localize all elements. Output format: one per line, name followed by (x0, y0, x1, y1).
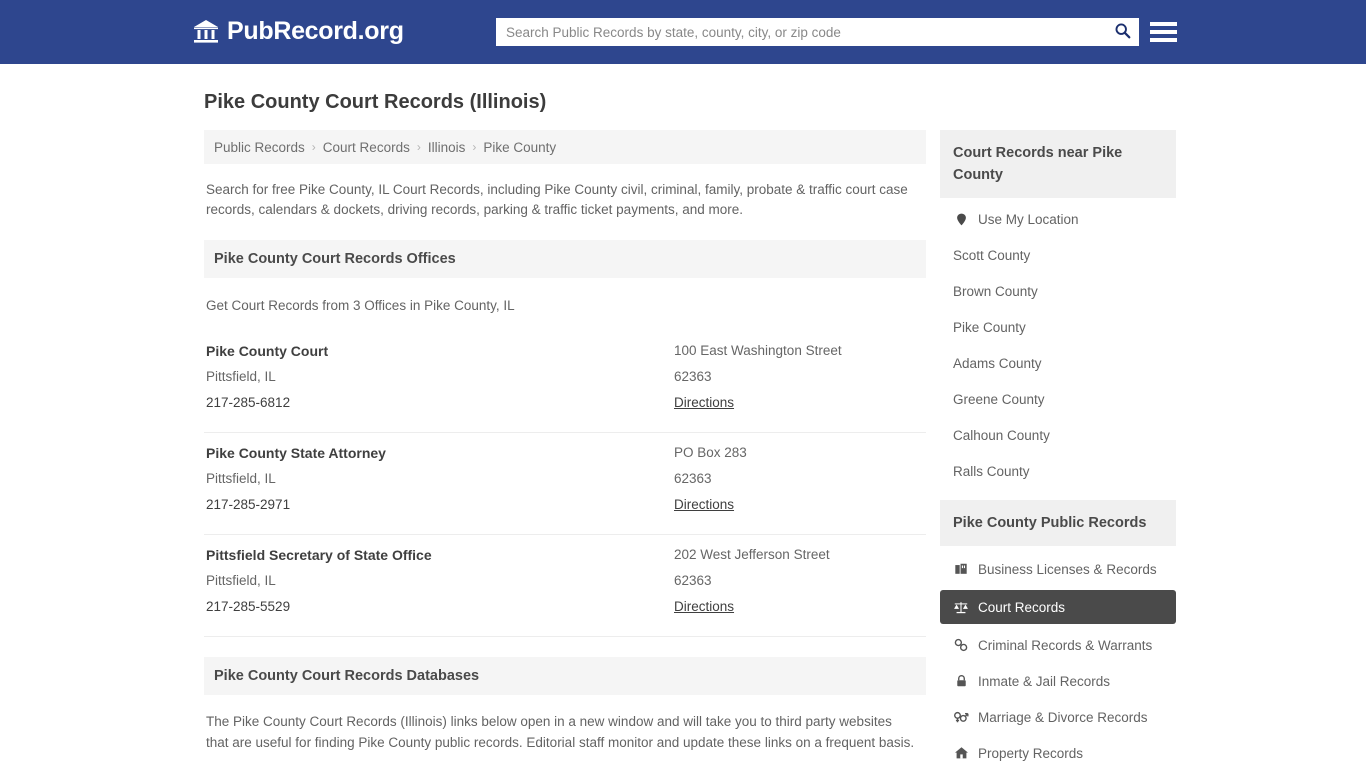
sidebar-item-court-records[interactable]: Court Records (940, 590, 1176, 624)
office-city-state: Pittsfield, IL (206, 369, 276, 384)
offices-list: Pike County Court Pittsfield, IL 217-285… (204, 331, 926, 637)
sidebar-item-pike-county[interactable]: Pike County (940, 312, 1176, 342)
sidebar-item-label: Pike County (953, 319, 1026, 335)
sidebar-item-greene-county[interactable]: Greene County (940, 384, 1176, 414)
site-header: PubRecord.org (0, 0, 1366, 64)
breadcrumb: Public Records › Court Records › Illinoi… (204, 130, 926, 164)
database-entry: Pike County Assessor Website http://www.… (204, 753, 926, 768)
sidebar-item-scott-county[interactable]: Scott County (940, 240, 1176, 270)
search-icon (1114, 22, 1131, 42)
office-zip: 62363 (674, 573, 712, 588)
office-address: 100 East Washington Street (674, 343, 842, 358)
sidebar-item-inmate-jail-records[interactable]: Inmate & Jail Records (940, 666, 1176, 696)
breadcrumb-item-public-records[interactable]: Public Records (214, 140, 305, 155)
house-icon (953, 745, 969, 761)
content-columns: Public Records › Court Records › Illinoi… (204, 130, 1366, 768)
sidebar-item-label: Court Records (978, 599, 1066, 615)
office-details: Pike County State Attorney Pittsfield, I… (206, 440, 674, 518)
search-button[interactable] (1105, 18, 1139, 46)
sidebar-item-label: Brown County (953, 283, 1038, 299)
sidebar-item-label: Marriage & Divorce Records (978, 709, 1148, 725)
table-row: Pike County State Attorney Pittsfield, I… (204, 433, 926, 535)
sidebar-item-use-my-location[interactable]: Use My Location (940, 204, 1176, 234)
office-city-state: Pittsfield, IL (206, 573, 276, 588)
office-phone: 217-285-2971 (206, 497, 291, 512)
nearby-records-widget: Court Records near Pike County Use My Lo… (940, 130, 1176, 486)
office-city-state: Pittsfield, IL (206, 471, 276, 486)
table-row: Pittsfield Secretary of State Office Pit… (204, 535, 926, 637)
sidebar-item-criminal-records[interactable]: Criminal Records & Warrants (940, 630, 1176, 660)
main-content: Public Records › Court Records › Illinoi… (204, 130, 926, 768)
sidebar: Court Records near Pike County Use My Lo… (940, 130, 1176, 768)
sidebar-item-label: Use My Location (978, 211, 1079, 227)
sidebar-item-label: Criminal Records & Warrants (978, 637, 1153, 653)
sidebar-item-brown-county[interactable]: Brown County (940, 276, 1176, 306)
directions-link[interactable]: Directions (674, 390, 924, 416)
page-body: Pike County Court Records (Illinois) Pub… (0, 89, 1366, 768)
sidebar-item-adams-county[interactable]: Adams County (940, 348, 1176, 378)
breadcrumb-separator: › (311, 140, 316, 154)
office-address-block: 202 West Jefferson Street 62363 Directio… (674, 542, 924, 620)
sidebar-item-label: Inmate & Jail Records (978, 673, 1111, 689)
offices-section-subtext: Get Court Records from 3 Offices in Pike… (206, 298, 515, 313)
sidebar-item-marriage-divorce-records[interactable]: Marriage & Divorce Records (940, 702, 1176, 732)
office-details: Pike County Court Pittsfield, IL 217-285… (206, 338, 674, 416)
sidebar-item-calhoun-county[interactable]: Calhoun County (940, 420, 1176, 450)
handcuffs-icon (953, 637, 969, 653)
office-name: Pike County Court (206, 343, 329, 359)
map-pin-icon (953, 211, 969, 227)
breadcrumb-separator: › (416, 140, 421, 154)
office-address-block: PO Box 283 62363 Directions (674, 440, 924, 518)
office-name: Pike County State Attorney (206, 445, 386, 461)
search-bar (496, 18, 1139, 46)
breadcrumb-item-pike-county[interactable]: Pike County (483, 140, 556, 155)
office-address-block: 100 East Washington Street 62363 Directi… (674, 338, 924, 416)
sidebar-item-ralls-county[interactable]: Ralls County (940, 456, 1176, 486)
page-intro-text: Search for free Pike County, IL Court Re… (206, 182, 908, 217)
search-input[interactable] (496, 19, 1105, 45)
office-details: Pittsfield Secretary of State Office Pit… (206, 542, 674, 620)
hamburger-menu-icon[interactable] (1150, 18, 1177, 46)
sidebar-item-business-licenses[interactable]: Business Licenses & Records (940, 554, 1176, 584)
office-address: PO Box 283 (674, 445, 747, 460)
nearby-records-list: Use My Location Scott County Brown Count… (940, 198, 1176, 486)
public-records-list: Business Licenses & Records Court Record… (940, 546, 1176, 768)
databases-section-intro: The Pike County Court Records (Illinois)… (206, 714, 915, 750)
breadcrumb-item-court-records[interactable]: Court Records (323, 140, 410, 155)
nearby-records-title: Court Records near Pike County (940, 130, 1176, 198)
office-phone: 217-285-5529 (206, 599, 291, 614)
sidebar-item-label: Adams County (953, 355, 1042, 371)
office-address: 202 West Jefferson Street (674, 547, 830, 562)
table-row: Pike County Court Pittsfield, IL 217-285… (204, 331, 926, 433)
gender-symbols-icon (953, 709, 969, 725)
page-title: Pike County Court Records (Illinois) (204, 91, 547, 113)
office-zip: 62363 (674, 369, 712, 384)
sidebar-item-label: Calhoun County (953, 427, 1050, 443)
databases-section-heading: Pike County Court Records Databases (204, 657, 926, 695)
sidebar-item-label: Property Records (978, 745, 1084, 761)
bank-building-icon (192, 17, 220, 45)
briefcase-icon (953, 561, 969, 577)
site-logo-text: PubRecord.org (227, 17, 404, 45)
sidebar-item-label: Ralls County (953, 463, 1030, 479)
public-records-widget: Pike County Public Records Business Lice… (940, 500, 1176, 768)
sidebar-item-label: Greene County (953, 391, 1045, 407)
directions-link[interactable]: Directions (674, 594, 924, 620)
scales-of-justice-icon (953, 599, 969, 615)
offices-section-heading: Pike County Court Records Offices (204, 240, 926, 278)
sidebar-item-property-records[interactable]: Property Records (940, 738, 1176, 768)
public-records-title: Pike County Public Records (940, 500, 1176, 546)
office-phone: 217-285-6812 (206, 395, 291, 410)
sidebar-item-label: Scott County (953, 247, 1031, 263)
office-name: Pittsfield Secretary of State Office (206, 547, 432, 563)
sidebar-item-label: Business Licenses & Records (978, 561, 1157, 577)
site-logo-link[interactable]: PubRecord.org (192, 17, 404, 45)
lock-icon (953, 673, 969, 689)
directions-link[interactable]: Directions (674, 492, 924, 518)
breadcrumb-item-illinois[interactable]: Illinois (428, 140, 466, 155)
breadcrumb-separator: › (472, 140, 477, 154)
office-zip: 62363 (674, 471, 712, 486)
